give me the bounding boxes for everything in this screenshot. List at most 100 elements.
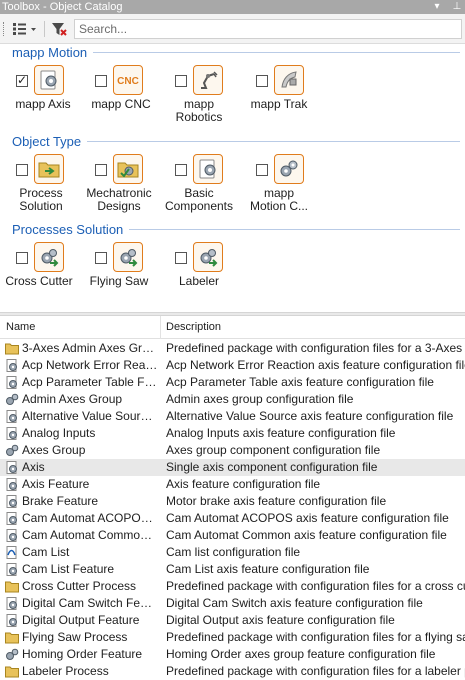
table-row[interactable]: Cam Automat ACOPOS Fe... Cam Automat ACOP…	[0, 510, 465, 527]
row-description: Predefined package with configuration fi…	[166, 579, 465, 593]
tile-basic-components[interactable]: Basic Components	[160, 154, 238, 213]
tile-process-solution[interactable]: Process Solution	[2, 154, 80, 213]
row-name: Cross Cutter Process	[22, 579, 137, 593]
labeler-checkbox[interactable]	[175, 252, 187, 264]
table-row[interactable]: Digital Cam Switch Feature Digital Cam Sw…	[0, 595, 465, 612]
search-input[interactable]	[74, 19, 462, 39]
row-description: Cam List axis feature configuration file	[166, 562, 370, 576]
table-row[interactable]: Cam List Cam list configuration file	[0, 544, 465, 561]
tile-mapp-axis[interactable]: mapp Axis	[4, 65, 82, 111]
gear-file-icon	[5, 427, 19, 440]
gear-file-icon	[5, 410, 19, 423]
row-description: Acp Parameter Table axis feature configu…	[166, 375, 434, 389]
table-row[interactable]: Admin Axes Group Admin axes group configu…	[0, 391, 465, 408]
table-row[interactable]: Flying Saw Process Predefined package wit…	[0, 629, 465, 646]
row-name: 3-Axes Admin Axes Group	[22, 341, 158, 355]
tile-cross-cutter[interactable]: Cross Cutter	[0, 242, 78, 288]
gear-file-icon	[5, 495, 19, 508]
row-name: Cam List	[22, 545, 70, 559]
object-table: Name Description 3-Axes Admin Axes Group…	[0, 316, 465, 680]
row-description: Single axis component configuration file	[166, 460, 378, 474]
column-header-description[interactable]: Description	[166, 321, 221, 333]
row-description: Predefined package with configuration fi…	[166, 664, 465, 678]
mechatronic-designs-checkbox[interactable]	[95, 164, 107, 176]
tile-mapp-cnc[interactable]: CNC mapp CNC	[82, 65, 160, 111]
cross-cutter-checkbox[interactable]	[16, 252, 28, 264]
mechatronic-folder-icon	[113, 154, 143, 184]
flying-saw-checkbox[interactable]	[95, 252, 107, 264]
row-description: Alternative Value Source axis feature co…	[166, 409, 454, 423]
table-row[interactable]: Brake Feature Motor brake axis feature co…	[0, 493, 465, 510]
row-description: Analog Inputs axis feature configuration…	[166, 426, 396, 440]
table-row[interactable]: Cross Cutter Process Predefined package w…	[0, 578, 465, 595]
tile-label: Cross Cutter	[5, 274, 73, 288]
row-description: Axes group component configuration file	[166, 443, 381, 457]
process-gears-icon	[193, 242, 223, 272]
clear-filter-button[interactable]	[48, 20, 70, 38]
mapp-cnc-checkbox[interactable]	[95, 75, 107, 87]
tile-mapp-robotics[interactable]: mapp Robotics	[160, 65, 238, 124]
row-name: Acp Network Error Reactio...	[22, 358, 158, 372]
tile-mapp-motion-components[interactable]: mapp Motion C...	[240, 154, 318, 213]
table-row[interactable]: Digital Output Feature Digital Output axi…	[0, 612, 465, 629]
row-description: Digital Cam Switch axis feature configur…	[166, 596, 423, 610]
dropdown-icon[interactable]: ▾	[431, 0, 443, 14]
gears-file-icon	[5, 648, 19, 661]
pin-icon[interactable]: ⊥	[451, 0, 463, 14]
mapp-trak-checkbox[interactable]	[256, 75, 268, 87]
row-name: Cam Automat ACOPOS Fe...	[22, 511, 158, 525]
table-row[interactable]: Axes Group Axes group component configura…	[0, 442, 465, 459]
row-description: Cam Automat Common axis feature configur…	[166, 528, 447, 542]
cam-file-icon	[5, 546, 19, 559]
table-row[interactable]: Acp Parameter Table Feat... Acp Parameter…	[0, 374, 465, 391]
table-row[interactable]: Cam Automat Common Fe... Cam Automat Comm…	[0, 527, 465, 544]
tile-flying-saw[interactable]: Flying Saw	[80, 242, 158, 288]
folder-icon	[5, 580, 19, 593]
row-description: Admin axes group configuration file	[166, 392, 354, 406]
group-title: Processes Solution	[12, 221, 124, 237]
row-name: Admin Axes Group	[22, 392, 123, 406]
row-name: Digital Output Feature	[22, 613, 140, 627]
filter-clear-icon	[52, 23, 67, 36]
tile-mechatronic-designs[interactable]: Mechatronic Designs	[80, 154, 158, 213]
tile-labeler[interactable]: Labeler	[160, 242, 238, 288]
table-row[interactable]: Alternative Value Source F... Alternative…	[0, 408, 465, 425]
gear-file-icon	[5, 529, 19, 542]
view-options-button[interactable]	[10, 20, 40, 38]
group-title: Object Type	[12, 133, 82, 149]
gear-file-icon	[5, 512, 19, 525]
table-row[interactable]: Analog Inputs Analog Inputs axis feature …	[0, 425, 465, 442]
table-row[interactable]: Axis Feature Axis feature configuration f…	[0, 476, 465, 493]
column-header-name[interactable]: Name	[6, 321, 35, 333]
row-name: Cam List Feature	[22, 562, 115, 576]
gear-sheet-icon	[193, 154, 223, 184]
table-row[interactable]: 3-Axes Admin Axes Group Predefined packag…	[0, 340, 465, 357]
row-name: Digital Cam Switch Feature	[22, 596, 158, 610]
cnc-icon: CNC	[113, 65, 143, 95]
gear-file-icon	[5, 461, 19, 474]
table-row[interactable]: Acp Network Error Reactio... Acp Network …	[0, 357, 465, 374]
tile-label: mapp Robotics	[175, 97, 223, 124]
basic-components-checkbox[interactable]	[175, 164, 187, 176]
tile-label: Mechatronic Designs	[86, 186, 152, 213]
table-row[interactable]: Cam List Feature Cam List axis feature co…	[0, 561, 465, 578]
table-row[interactable]: Labeler Process Predefined package with c…	[0, 663, 465, 680]
process-solution-checkbox[interactable]	[16, 164, 28, 176]
row-name: Alternative Value Source F...	[22, 409, 158, 423]
tile-label: mapp CNC	[91, 97, 151, 111]
mapp-axis-checkbox[interactable]	[16, 73, 28, 87]
row-description: Axis feature configuration file	[166, 477, 321, 491]
toolbar	[0, 14, 465, 44]
tile-label: Flying Saw	[89, 274, 149, 288]
tile-mapp-trak[interactable]: mapp Trak	[240, 65, 318, 111]
row-description: Motor brake axis feature configuration f…	[166, 494, 387, 508]
toolbar-grip	[3, 22, 6, 36]
robot-arm-icon	[193, 65, 223, 95]
mapp-motion-components-checkbox[interactable]	[256, 164, 268, 176]
table-row[interactable]: Homing Order Feature Homing Order axes gr…	[0, 646, 465, 663]
row-name: Labeler Process	[22, 664, 109, 678]
group-header-processes-solution: Processes Solution	[12, 221, 460, 237]
table-row[interactable]: Axis Single axis component configuration …	[0, 459, 465, 476]
gear-sheet-icon	[34, 65, 64, 95]
mapp-robotics-checkbox[interactable]	[175, 75, 187, 87]
